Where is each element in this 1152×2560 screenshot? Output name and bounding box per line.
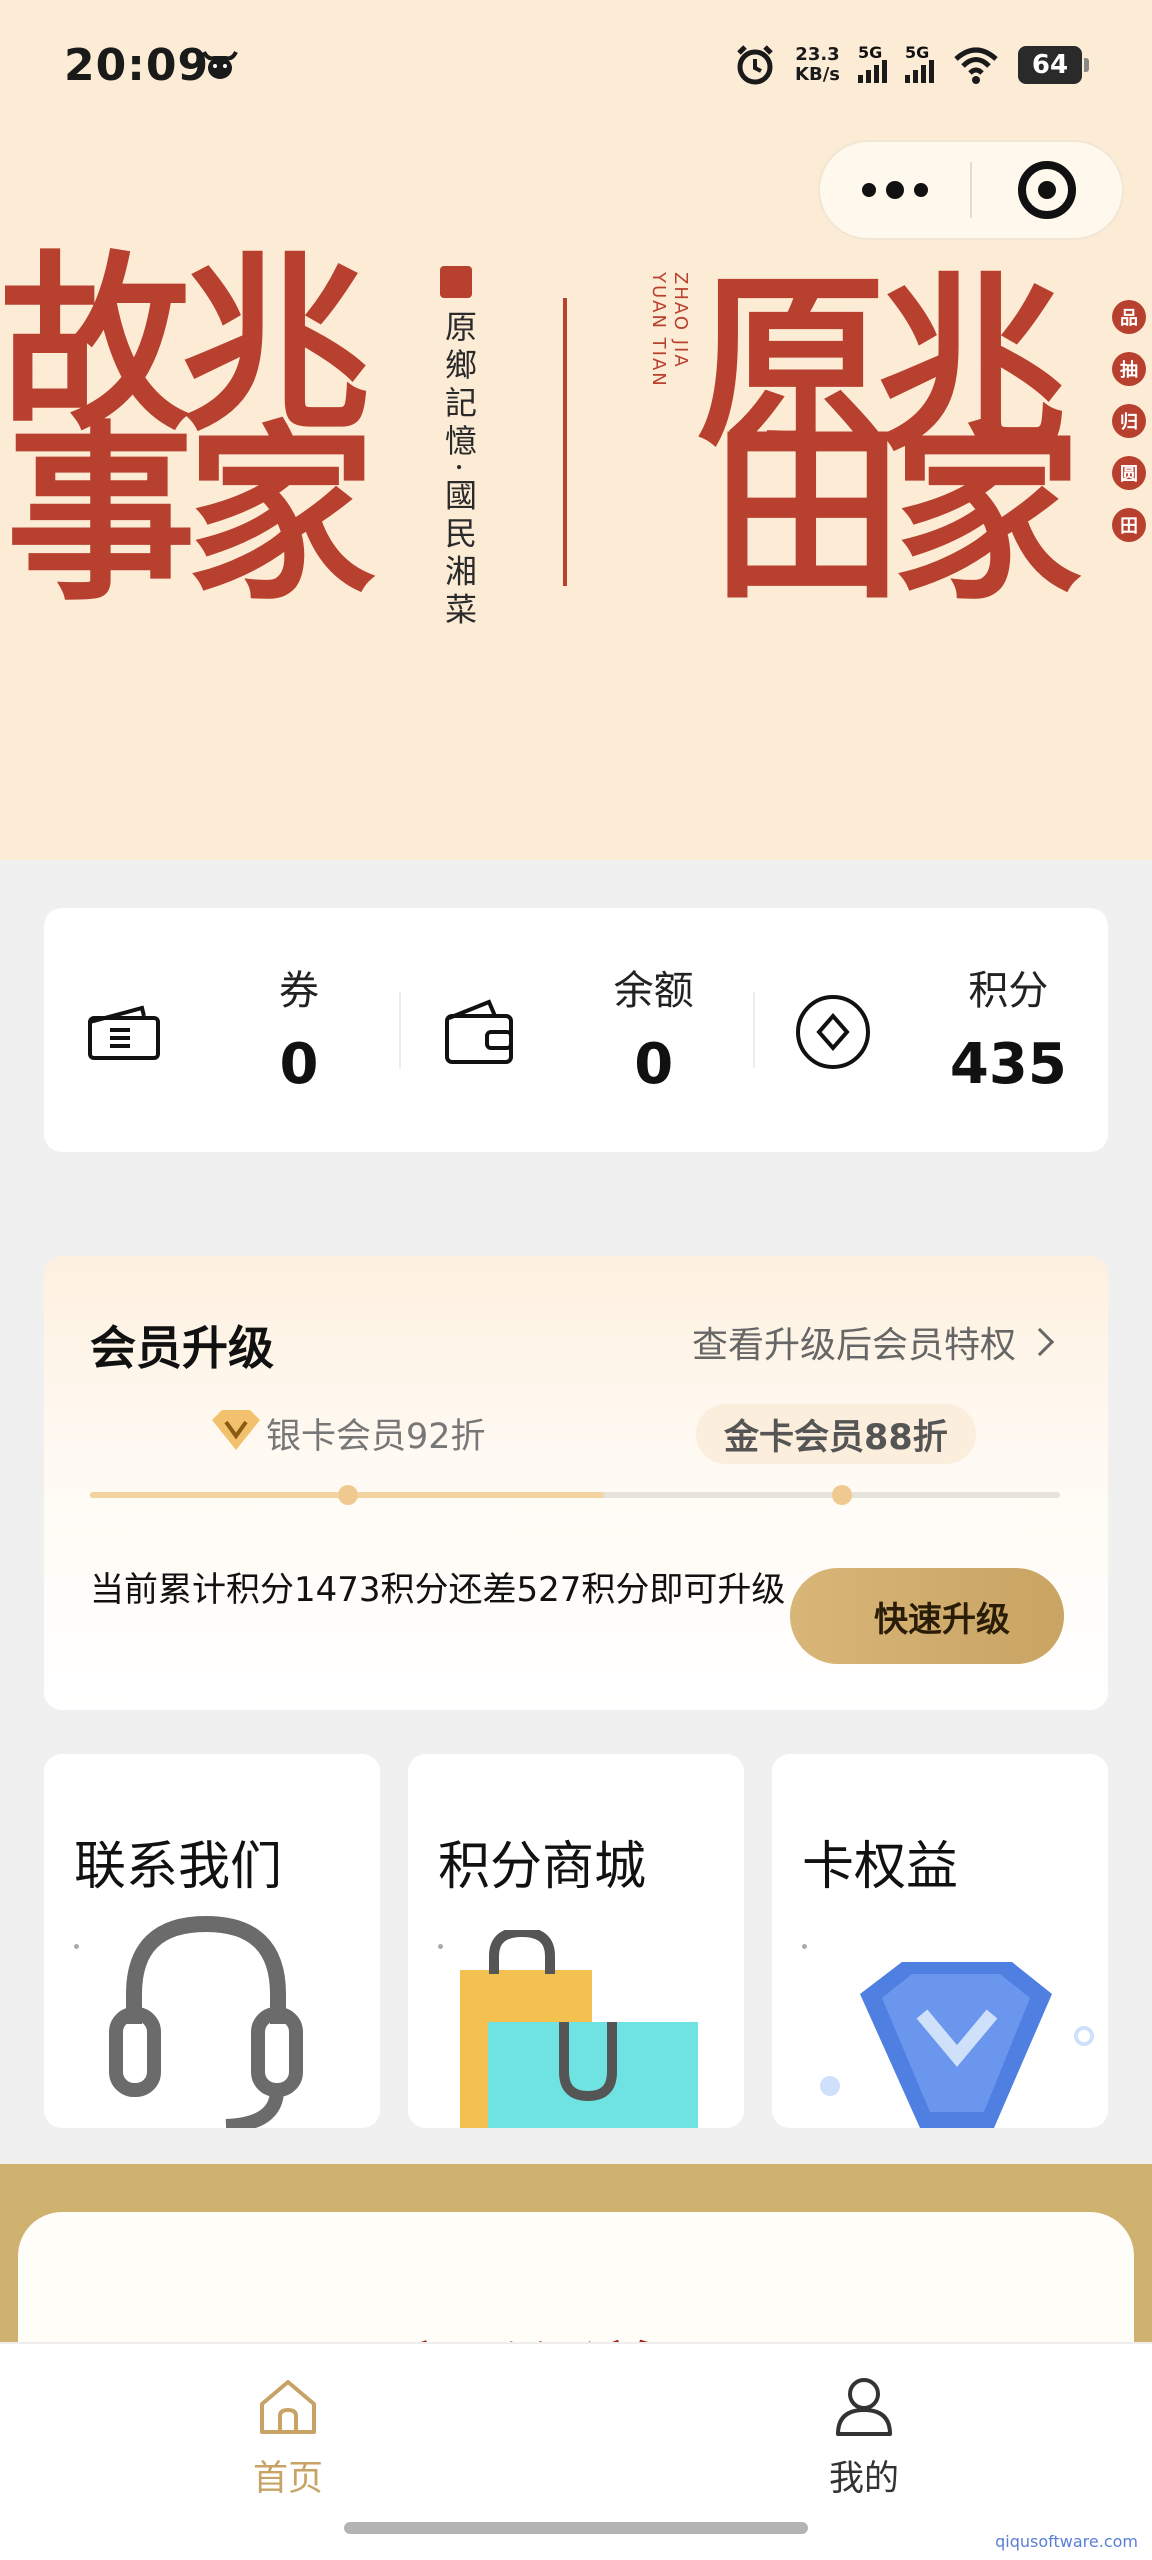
tile-dot	[74, 1944, 79, 1949]
ticket-icon	[88, 1005, 160, 1060]
home-indicator	[344, 2522, 808, 2534]
silver-gem-icon	[212, 1410, 260, 1450]
watermark: qiqusoftware.com	[995, 2532, 1138, 2551]
brand-english-1: YUAN TIAN	[648, 272, 669, 388]
wifi-icon	[954, 47, 998, 84]
side-tags: 品 抽 归 圆 田	[1112, 300, 1146, 542]
side-tag: 田	[1112, 508, 1146, 542]
coin-icon	[796, 995, 871, 1069]
side-tag: 归	[1112, 404, 1146, 438]
brand-calligraphy-left-2: 事家	[6, 403, 376, 626]
view-privileges-link[interactable]: 查看升级后会员特权	[691, 1316, 1055, 1368]
brand-banner: 20:09 23.3 KB/s 5G 5G 64 故兆 事家 原鄉記憶·國民湘菜…	[0, 0, 1152, 860]
upgrade-description: 当前累计积分1473积分还差527积分即可升级	[90, 1570, 786, 1610]
tab-home[interactable]: 首页	[188, 2374, 388, 2501]
seal-icon	[440, 266, 472, 298]
tile-dot	[438, 1944, 443, 1949]
tile-points-mall[interactable]: 积分商城	[408, 1754, 744, 2128]
upgrade-progress-track	[90, 1485, 1060, 1505]
asset-value: 0	[634, 1032, 674, 1097]
shopping-bag-icon	[460, 1930, 698, 2128]
side-tag: 品	[1112, 300, 1146, 334]
diamond-icon	[820, 1962, 1094, 2128]
asset-value: 435	[949, 1032, 1067, 1097]
home-icon	[260, 2380, 316, 2434]
signal-strength-2: 5G	[905, 43, 934, 83]
brand-subtitle: 原鄉記憶·國民湘菜	[440, 310, 478, 631]
tile-title: 积分商城	[438, 1837, 647, 1897]
tile-dot	[802, 1944, 807, 1949]
progress-marker-silver	[338, 1485, 358, 1505]
side-tag: 圆	[1112, 456, 1146, 490]
asset-label: 余额	[613, 968, 694, 1014]
wallet-icon	[444, 999, 513, 1064]
current-tier-label: 银卡会员92折	[266, 1417, 486, 1457]
progress-marker-gold	[832, 1485, 852, 1505]
side-tag: 抽	[1112, 352, 1146, 386]
tile-title: 卡权益	[802, 1837, 959, 1897]
tab-label: 首页	[252, 2459, 323, 2499]
asset-coupons[interactable]: 券 0	[44, 908, 399, 1152]
chevron-right-icon	[1025, 1327, 1055, 1357]
user-icon	[836, 2378, 892, 2436]
status-time: 20:09	[64, 40, 210, 91]
membership-upgrade-card: 会员升级 查看升级后会员特权 银卡会员92折 金卡会员88折 当前累计积分147…	[44, 1256, 1108, 1710]
signal-strength-1: 5G	[858, 43, 887, 83]
banner-divider	[563, 298, 567, 586]
quick-upgrade-button[interactable]: 快速升级	[790, 1568, 1064, 1664]
net-speed: 23.3 KB/s	[795, 44, 840, 85]
view-privileges-label: 查看升级后会员特权	[691, 1325, 1016, 1366]
battery-indicator: 64	[1018, 46, 1089, 84]
status-bar: 20:09 23.3 KB/s 5G 5G 64	[0, 0, 1152, 130]
tab-label: 我的	[828, 2459, 899, 2499]
close-mini-program-icon[interactable]	[972, 142, 1122, 238]
brand-english-2: ZHAO JIA	[670, 272, 691, 369]
next-tier-badge: 金卡会员88折	[696, 1404, 976, 1464]
asset-label: 积分	[968, 968, 1049, 1014]
tile-title: 联系我们	[74, 1837, 283, 1897]
asset-balance[interactable]: 余额 0	[398, 908, 754, 1152]
assets-card: 券 0 余额 0 积分 435	[44, 908, 1108, 1152]
status-indicators: 23.3 KB/s 5G 5G 64	[733, 40, 1089, 90]
tab-mine[interactable]: 我的	[764, 2374, 964, 2501]
brand-calligraphy-right-2: 田家	[712, 403, 1082, 626]
tile-contact-us[interactable]: 联系我们	[44, 1754, 380, 2128]
alarm-icon	[737, 45, 773, 85]
tile-card-benefits[interactable]: 卡权益	[772, 1754, 1108, 2128]
asset-label: 券	[279, 968, 319, 1014]
headset-icon	[109, 1915, 303, 2128]
more-options-icon[interactable]	[820, 142, 970, 238]
ox-icon	[202, 51, 238, 79]
asset-value: 0	[279, 1032, 319, 1097]
mini-program-capsule	[818, 140, 1124, 240]
upgrade-title: 会员升级	[90, 1321, 274, 1375]
asset-points[interactable]: 积分 435	[753, 908, 1108, 1152]
